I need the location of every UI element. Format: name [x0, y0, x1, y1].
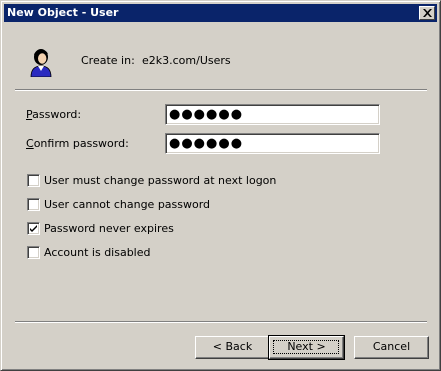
- option-label: Account is disabled: [44, 246, 151, 259]
- checkbox-password-never-expires[interactable]: [27, 222, 40, 235]
- new-user-dialog: New Object - User Create in: e2k3.com/Us…: [0, 0, 441, 371]
- window-title: New Object - User: [7, 6, 119, 19]
- next-button-label: Next >: [287, 340, 326, 353]
- close-button[interactable]: [419, 6, 435, 20]
- user-icon: [30, 49, 52, 77]
- back-button[interactable]: < Back: [195, 336, 270, 359]
- option-label: Password never expires: [44, 222, 174, 235]
- title-bar[interactable]: New Object - User: [4, 4, 437, 22]
- divider-top: [15, 89, 427, 91]
- option-label: User must change password at next logon: [44, 174, 277, 187]
- checkmark-icon: [30, 225, 37, 232]
- checkbox-account-disabled[interactable]: [27, 246, 40, 259]
- checkbox-must-change-password[interactable]: [27, 174, 40, 187]
- divider-bottom: [15, 321, 427, 323]
- checkbox-cannot-change-password[interactable]: [27, 198, 40, 211]
- cancel-button[interactable]: Cancel: [354, 336, 429, 359]
- password-label: Password:: [26, 108, 82, 121]
- close-icon: [423, 9, 432, 17]
- next-button[interactable]: Next >: [268, 335, 345, 360]
- create-in-path: e2k3.com/Users: [142, 54, 231, 67]
- create-in-label: Create in:: [81, 54, 135, 67]
- confirm-password-label: Confirm password:: [26, 137, 129, 150]
- cancel-button-label: Cancel: [372, 340, 411, 353]
- confirm-password-field[interactable]: ●●●●●●: [165, 133, 380, 154]
- password-field[interactable]: ●●●●●●: [165, 104, 380, 125]
- back-button-label: < Back: [212, 340, 253, 353]
- option-label: User cannot change password: [44, 198, 211, 211]
